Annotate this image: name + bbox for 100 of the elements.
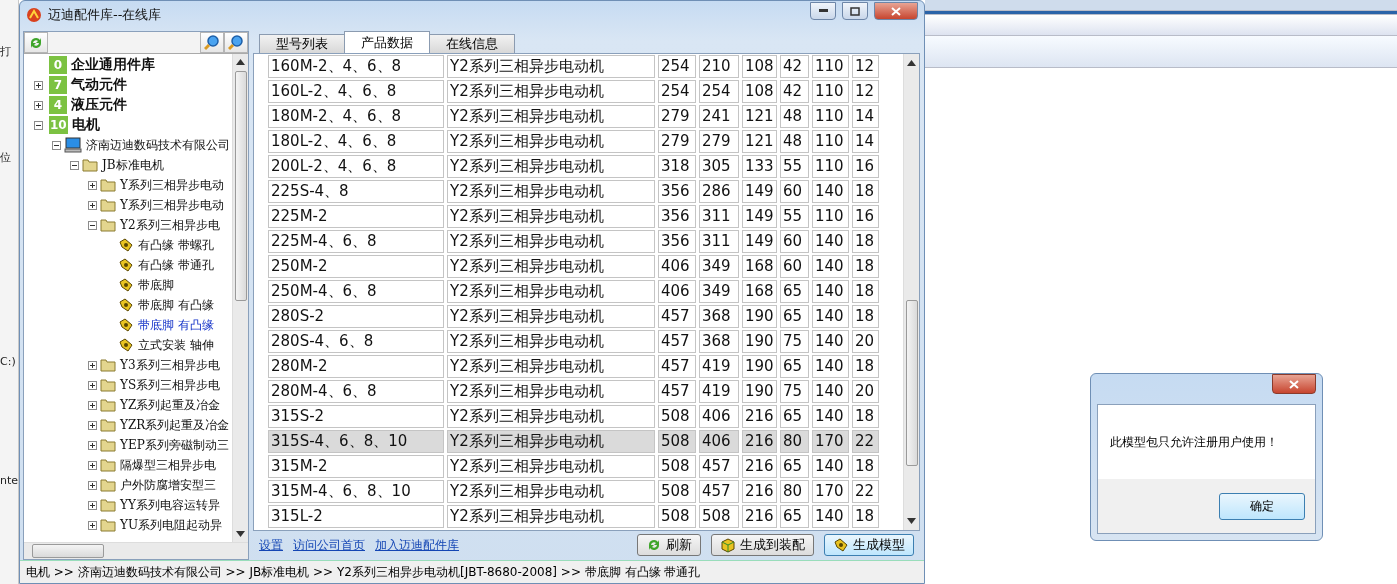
tab[interactable]: 在线信息 [429,34,515,53]
scroll-up-icon [907,60,916,66]
scrollbar[interactable] [903,54,919,530]
tree-item[interactable]: 济南迈迪数码技术有限公司 [86,136,230,154]
tree-item[interactable]: JB标准电机 [102,156,164,174]
tree-item[interactable]: YEP系列旁磁制动三 [120,436,229,454]
tree-item[interactable]: 立式安装 轴伸 [138,336,214,354]
folder-icon [82,158,98,172]
table-cell: 168 [742,255,777,278]
tree-item[interactable]: 带底脚 有凸缘 [138,316,214,334]
table-cell: 48 [780,130,809,153]
table-cell: 279 [699,130,739,153]
background-text: nte [0,474,19,487]
tree-item[interactable]: Y系列三相异步电动 [120,196,224,214]
table-cell: 60 [780,180,809,203]
tree-item[interactable]: YS系列三相异步电 [120,376,221,394]
table-cell: 210 [699,55,739,78]
maximize-button[interactable] [842,2,868,20]
toolbar-button[interactable]: 生成模型 [824,534,914,556]
table-cell: 180M-2、4、6、8 [268,105,444,128]
table-cell: 286 [699,180,739,203]
table-cell: 75 [780,380,809,403]
table-cell: 65 [780,505,809,528]
tree-item[interactable]: YY系列电容运转异 [120,496,220,514]
part-icon [833,537,849,553]
link[interactable]: 访问公司首页 [293,536,365,554]
tree-item[interactable]: 企业通用件库 [71,56,155,74]
tree-item[interactable]: Y3系列三相异步电 [120,356,220,374]
link[interactable]: 设置 [259,536,283,554]
table-cell: 508 [658,480,696,503]
table-cell: 18 [852,355,879,378]
table-cell: 168 [742,280,777,303]
table-cell: 216 [742,480,777,503]
table-cell: 140 [812,255,849,278]
tree-item[interactable]: 有凸缘 带螺孔 [138,236,214,254]
table-cell: 305 [699,155,739,178]
table-cell: 349 [699,255,739,278]
refresh-button[interactable] [24,32,48,53]
tree-item[interactable]: 户外防腐增安型三 [120,476,216,494]
close-icon [1289,379,1299,389]
table-cell: 225M-2 [268,205,444,228]
table-cell: Y2系列三相异步电动机 [447,230,655,253]
table-cell: 55 [780,155,809,178]
table-cell: 65 [780,405,809,428]
toolbar-button[interactable]: 刷新 [637,534,701,556]
table-cell: 18 [852,455,879,478]
refresh-icon [646,537,662,553]
tree-item[interactable]: 带底脚 有凸缘 [138,296,214,314]
toolbar-button[interactable]: 生成到装配 [711,534,814,556]
table-cell: 216 [742,405,777,428]
scrollbar[interactable] [232,54,248,542]
minimize-button[interactable] [810,2,836,20]
tab[interactable]: 型号列表 [259,34,345,53]
computer-icon [64,137,82,153]
table-cell: 315L-2 [268,505,444,528]
table-cell: 110 [812,155,849,178]
tab[interactable]: 产品数据 [344,31,430,53]
horizontal-scrollbar[interactable] [24,542,248,559]
table-cell: 315M-4、6、8、10 [268,480,444,503]
tree-item[interactable]: 隔爆型三相异步电 [120,456,216,474]
table-cell: 250M-4、6、8 [268,280,444,303]
table-cell: 419 [699,355,739,378]
tree-item[interactable]: 带底脚 [138,276,174,294]
tree-item[interactable]: Y系列三相异步电动 [120,176,224,194]
table-cell: 121 [742,130,777,153]
tree-item[interactable]: 电机 [71,116,100,134]
table-cell: 20 [852,330,879,353]
folder-icon [100,198,116,212]
close-button[interactable] [1272,374,1316,394]
table-cell: Y2系列三相异步电动机 [447,455,655,478]
search-button[interactable] [224,32,248,53]
table-cell: 254 [658,55,696,78]
link[interactable]: 加入迈迪配件库 [375,536,459,554]
tree-item[interactable]: YZ系列起重及冶金 [120,396,221,414]
table-cell: 349 [699,280,739,303]
table-cell: 18 [852,255,879,278]
table-cell: 60 [780,230,809,253]
search-button[interactable] [200,32,224,53]
tree-item[interactable]: 有凸缘 带通孔 [138,256,214,274]
table-cell: 216 [742,455,777,478]
tree-item[interactable]: YZR系列起重及冶金 [120,416,230,434]
ok-button[interactable]: 确定 [1219,492,1305,520]
table-cell: 18 [852,230,879,253]
table-cell: 149 [742,205,777,228]
close-icon [891,6,901,16]
tree-item[interactable]: 液压元件 [71,96,127,114]
tree-item[interactable]: YU系列电阻起动异 [120,516,223,534]
tree-item[interactable]: Y2系列三相异步电 [120,216,220,234]
background-text: C:) [0,355,16,368]
close-button[interactable] [874,2,918,20]
tree-item[interactable]: 气动元件 [71,76,127,94]
table-cell: 457 [699,480,739,503]
search-icon [204,34,220,51]
table-cell: 149 [742,180,777,203]
table-cell: 508 [699,505,739,528]
table-cell: 315M-2 [268,455,444,478]
table-cell: 65 [780,280,809,303]
table-cell: 225S-4、8 [268,180,444,203]
status-bar: 电机 >> 济南迈迪数码技术有限公司 >> JB标准电机 >> Y2系列三相异步电动机[JBT-8680-2008] >> 带底脚 有凸缘 带通孔 [20,560,924,583]
table-cell: 140 [812,330,849,353]
